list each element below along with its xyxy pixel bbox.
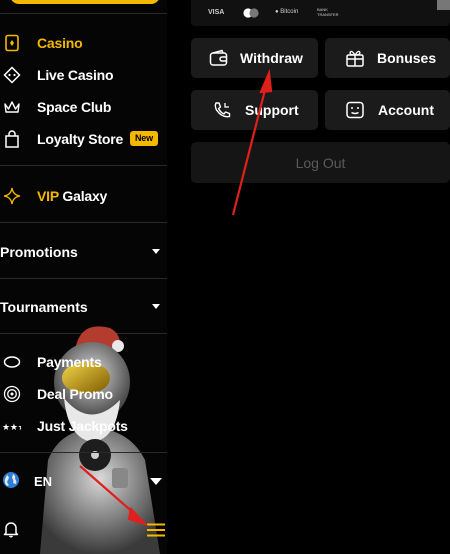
caret-down-icon [152, 249, 160, 254]
wallet-icon [209, 49, 228, 66]
sidebar: Casino Live Casino Space Club Loyalty St… [0, 0, 167, 554]
withdraw-button[interactable]: Withdraw [191, 38, 318, 78]
account-icon [346, 101, 364, 119]
caret-down-icon [150, 478, 162, 485]
divider [0, 165, 167, 166]
caret-down-icon [152, 304, 160, 309]
sidebar-item-label: Space Club [37, 99, 112, 115]
thumbnail-image [437, 0, 450, 10]
live-casino-icon [3, 66, 21, 84]
vip-prefix: VIP [37, 188, 59, 204]
promotions-dropdown[interactable]: Promotions [0, 237, 167, 267]
sidebar-item-label: Deal Promo [37, 386, 113, 402]
sidebar-item-deal-promo[interactable]: Deal Promo [0, 379, 167, 409]
language-code: EN [34, 473, 53, 489]
payment-methods-strip: VISA ● Bitcoin BANK TRANSFER [191, 0, 450, 26]
sidebar-item-label: Live Casino [37, 67, 114, 83]
sidebar-item-just-jackpots[interactable]: ★★★ Just Jackpots [0, 411, 167, 441]
phone-icon [214, 102, 231, 118]
withdraw-label: Withdraw [240, 50, 303, 66]
language-selector[interactable]: EN [0, 466, 167, 496]
coin-icon [3, 356, 21, 368]
support-button[interactable]: Support [191, 90, 318, 130]
sidebar-item-payments[interactable]: Payments [0, 347, 167, 377]
sidebar-item-space-club[interactable]: Space Club [0, 92, 167, 122]
bonuses-label: Bonuses [377, 50, 437, 66]
new-badge: New [130, 131, 158, 146]
divider [0, 222, 167, 223]
sidebar-item-label: Payments [37, 354, 102, 370]
visa-logo: VISA [208, 9, 225, 16]
vip-label: VIP Galaxy [37, 188, 107, 204]
divider [0, 13, 167, 14]
bonuses-button[interactable]: Bonuses [325, 38, 450, 78]
menu-icon[interactable] [147, 523, 165, 537]
shopping-bag-icon [5, 130, 19, 148]
svg-text:★★★: ★★★ [3, 423, 21, 433]
casino-icon [5, 34, 19, 52]
target-icon [3, 385, 21, 403]
account-label: Account [378, 102, 434, 118]
sidebar-item-label: Casino [37, 35, 83, 51]
mastercard-icon [243, 8, 259, 18]
section-label: Promotions [0, 244, 78, 260]
crown-icon [4, 101, 20, 113]
bell-icon[interactable] [3, 520, 19, 538]
account-button[interactable]: Account [325, 90, 450, 130]
stars-icon: ★★★ [3, 423, 21, 433]
support-label: Support [245, 102, 299, 118]
bitcoin-label: Bitcoin [280, 9, 299, 15]
divider [0, 278, 167, 279]
vip-label-text: Galaxy [62, 188, 108, 204]
gift-icon [346, 50, 364, 67]
sparkle-icon [3, 187, 21, 205]
logout-button[interactable]: Log Out [191, 142, 450, 183]
sidebar-item-label: Just Jackpots [37, 418, 128, 434]
bitcoin-symbol-icon: ● [275, 9, 279, 15]
bitcoin-logo: ● Bitcoin [275, 9, 298, 15]
divider [0, 452, 167, 453]
sidebar-item-label: Loyalty Store [37, 131, 124, 147]
bank-transfer-logo: BANK TRANSFER [317, 7, 339, 17]
sidebar-item-live-casino[interactable]: Live Casino [0, 60, 167, 90]
sidebar-item-loyalty-store[interactable]: Loyalty Store New [0, 124, 167, 154]
globe-icon [3, 472, 19, 488]
deposit-button[interactable] [10, 0, 160, 4]
sidebar-item-casino[interactable]: Casino [0, 28, 167, 58]
sidebar-item-vip-galaxy[interactable]: VIP Galaxy [0, 181, 167, 211]
